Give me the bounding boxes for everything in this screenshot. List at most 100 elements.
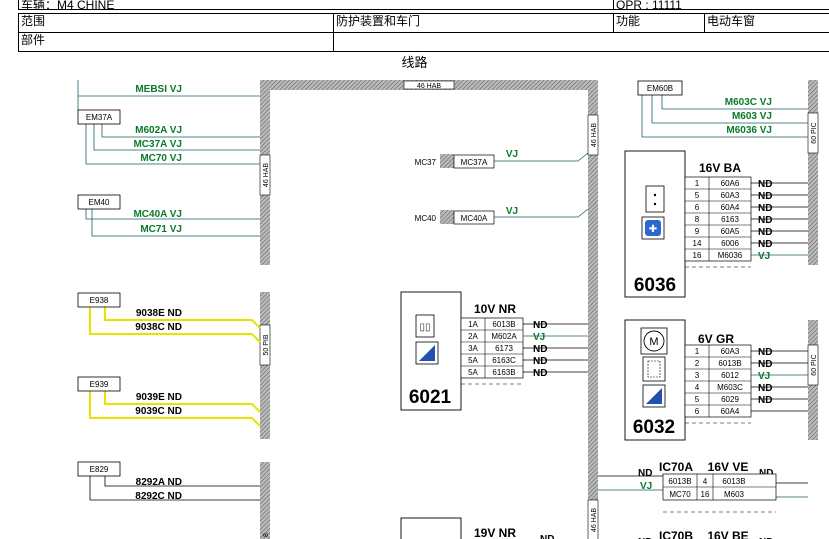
em60b-group: EM60B M603C VJ M603 VJ M6036 VJ: [637, 80, 808, 138]
harness-bundle: [260, 462, 270, 539]
wire-label: 8292C ND: [135, 491, 182, 502]
connector-box-label: E939: [90, 380, 109, 389]
connector-ref: MC37: [415, 158, 437, 167]
pin-signal: 6006: [721, 239, 739, 248]
wire-label: M602A VJ: [135, 125, 182, 136]
pin-number: 2A: [468, 332, 478, 341]
bundle-label: 46 HAB: [263, 163, 270, 187]
wire-label: 9039E ND: [136, 392, 182, 403]
wire-color-label: VJ: [758, 371, 770, 382]
bundle-label: 46 HAB: [417, 83, 441, 90]
svg-text:M: M: [649, 336, 658, 348]
pin-number: 5A: [468, 356, 478, 365]
pin-number: 8: [695, 215, 700, 224]
wire-color-label: ND: [758, 203, 772, 214]
wire-label: MC70 VJ: [140, 153, 182, 164]
ic70a-connector: IC70A 16V VE ND VJ ND VJ 6013B 4 6013B M…: [598, 460, 808, 513]
ic70a-cell: 6013B: [722, 477, 745, 486]
svg-text:▯▯: ▯▯: [419, 322, 430, 333]
pin-signal: 60A4: [721, 407, 740, 416]
wire-label: M603C VJ: [725, 97, 772, 108]
connector-box-label: IC70B: [659, 529, 693, 539]
mc40-connector: MC40 MC40A VJ: [415, 206, 589, 225]
mc37-connector: MC37 MC37A VJ: [415, 149, 589, 169]
pin-signal: 6013B: [718, 359, 741, 368]
component-lower: 19V NR ND: [400, 517, 554, 539]
ic70a-cell: 6013B: [668, 477, 691, 486]
pin-signal: 6012: [721, 371, 739, 380]
wire-color-label: ND: [758, 383, 772, 394]
bundle-label: 60 PIC: [811, 122, 818, 143]
wire-label: MC40A VJ: [133, 209, 182, 220]
switch-icon: [645, 185, 665, 213]
pin-number: 6: [695, 203, 700, 212]
pin-signal: 6029: [721, 395, 739, 404]
connector-box-label: E938: [90, 296, 109, 305]
wire-color-label: ND: [533, 356, 547, 367]
component-id: 6036: [634, 275, 676, 296]
component-id: 6021: [409, 387, 452, 408]
bundle-label: 46 HAB: [591, 508, 598, 532]
connector-type: 19V NR: [474, 526, 516, 539]
wire-label: M603 VJ: [732, 111, 772, 122]
wire-color-label: ND: [540, 534, 554, 539]
wire-label: VJ: [506, 206, 518, 217]
em37a-group: EM37A MEBSI VJ M602A VJ MC37A VJ MC70 VJ: [77, 80, 260, 165]
pin-number: 1A: [468, 320, 478, 329]
bundle-label: 50 PIB: [263, 334, 270, 355]
ic70a-cell: 16: [701, 490, 710, 499]
pin-number: 4: [695, 383, 700, 392]
ic70a-cell: M603: [724, 490, 745, 499]
wire-color-label: ND: [533, 344, 547, 355]
pin-signal: 6163: [721, 215, 739, 224]
pin-number: 5: [695, 191, 700, 200]
pin-signal: 60A3: [721, 191, 740, 200]
wire-label: 9038C ND: [135, 322, 182, 333]
pin-signal: M6036: [718, 251, 743, 260]
pin-signal: 60A3: [721, 347, 740, 356]
component-6032: M 6032 6V GR 1 60A3 ND 2 6013B ND 3 6012 VJ 4 M603…: [624, 319, 808, 441]
pin-number: 3: [695, 371, 700, 380]
ic70b-connector: IC70B 16V BE ND ND: [638, 529, 773, 539]
wire-label: MC37A VJ: [133, 139, 182, 150]
wire-color-label: ND: [758, 239, 772, 250]
component-id: 6032: [633, 417, 675, 438]
wire-color-label: ND: [758, 395, 772, 406]
wire-color-label: ND: [758, 179, 772, 190]
connector-ref: MC40: [415, 214, 437, 223]
connector-type: 6V GR: [698, 332, 734, 346]
pin-number: 5A: [468, 368, 478, 377]
pin-signal: 6173: [495, 344, 513, 353]
wire-color-label: VJ: [758, 251, 770, 262]
connector-box-label: EM60B: [647, 84, 673, 93]
bundle-label: 60 PIC: [811, 354, 818, 375]
pin-number: 16: [693, 251, 702, 260]
pin-number: 5: [695, 395, 700, 404]
pin-number: 2: [695, 359, 700, 368]
e829-group: E829 8292A ND 8292C ND: [77, 461, 260, 502]
wire-color-label: ND: [533, 320, 547, 331]
pin-signal: M602A: [491, 332, 517, 341]
wire-color-label: ND: [638, 468, 652, 479]
pin-number: 1: [695, 347, 700, 356]
harness-bundle: [808, 80, 818, 265]
wiring-diagram: 46 HAB 46 HAB 50 PIB 8 46 HAB 46 HAB 60 …: [77, 80, 819, 539]
wire-label: MC71 VJ: [140, 224, 182, 235]
wire-color-label: ND: [758, 191, 772, 202]
wire-color-label: ND: [758, 359, 772, 370]
pin-signal: M603C: [717, 383, 743, 392]
e938-group: E938 9038E ND 9038C ND: [77, 292, 261, 343]
connector-box-label: EM40: [89, 198, 110, 207]
module-icon: [642, 356, 666, 382]
ic70a-cell: 4: [703, 477, 708, 486]
pin-number: 1: [695, 179, 700, 188]
connector-box-label: E829: [90, 465, 109, 474]
connector-box-label: MC37A: [461, 158, 488, 167]
wire-color-label: ND: [533, 368, 547, 379]
connector-type: 16V BA: [699, 161, 741, 175]
e939-group: E939 9039E ND 9039C ND: [77, 376, 261, 427]
connector-type: 16V BE: [707, 529, 748, 539]
connector-box-label: IC70A: [659, 460, 693, 474]
wire-label: M6036 VJ: [726, 125, 772, 136]
connector-type: 10V NR: [474, 302, 516, 316]
